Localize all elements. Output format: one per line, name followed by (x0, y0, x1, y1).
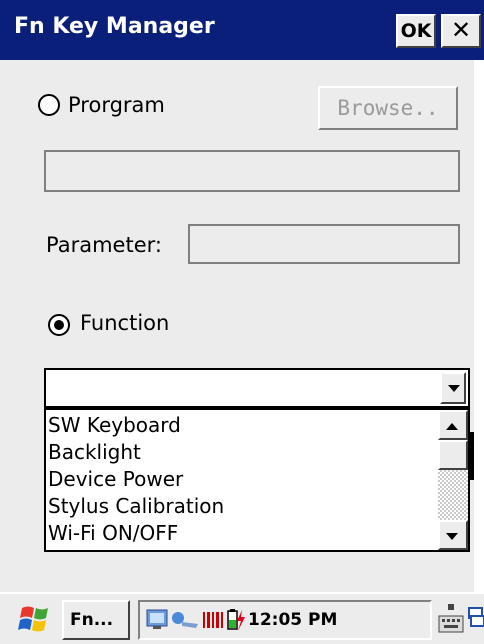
window-edge-marker (470, 432, 474, 480)
keyboard-icon[interactable] (436, 602, 466, 638)
program-path-field[interactable] (44, 150, 460, 192)
function-radio-label[interactable]: Function (80, 310, 169, 336)
chevron-down-icon (448, 385, 460, 392)
list-item[interactable]: Backlight (48, 439, 141, 465)
scroll-down-button[interactable] (438, 520, 468, 550)
right-edge (474, 60, 484, 592)
function-dropdown-list: SW Keyboard Backlight Device Power Stylu… (44, 408, 470, 552)
list-item[interactable]: Stylus Calibration (48, 493, 224, 519)
scroll-thumb[interactable] (438, 440, 468, 470)
browse-button[interactable]: Browse.. (318, 86, 458, 130)
radio-selected-dot (54, 320, 64, 330)
title-bar: Fn Key Manager OK ✕ (0, 0, 484, 60)
task-button-fn[interactable]: Fn... (62, 600, 130, 640)
system-tray: 12:05 PM (138, 600, 432, 640)
network-icon[interactable] (146, 608, 168, 630)
close-icon: ✕ (450, 16, 472, 44)
program-radio-label[interactable]: Prorgram (68, 92, 165, 118)
arrow-up-icon (446, 423, 458, 430)
close-button[interactable]: ✕ (441, 14, 481, 48)
list-item[interactable]: SW Keyboard (48, 412, 181, 438)
list-item[interactable]: Device Power (48, 466, 183, 492)
taskbar: Fn... 12:05 PM (0, 592, 484, 644)
barcode-icon[interactable] (202, 610, 224, 630)
program-radio[interactable] (38, 94, 60, 116)
list-scrollbar[interactable] (438, 410, 468, 550)
desktop-switch-icon[interactable] (468, 602, 484, 638)
function-radio[interactable] (48, 314, 70, 336)
combo-dropdown-button[interactable] (440, 372, 466, 404)
scroll-up-button[interactable] (438, 410, 468, 440)
clock[interactable]: 12:05 PM (248, 602, 337, 638)
function-combobox[interactable] (44, 368, 470, 408)
windows-flag-icon[interactable] (16, 602, 56, 638)
list-item[interactable]: Wi-Fi ON/OFF (48, 520, 178, 546)
parameter-field[interactable] (188, 224, 460, 264)
connection-icon[interactable] (170, 610, 200, 630)
task-button-label: Fn... (70, 610, 114, 630)
battery-charging-icon[interactable] (226, 608, 246, 632)
window-title: Fn Key Manager (14, 14, 215, 39)
ok-button[interactable]: OK (396, 14, 436, 48)
parameter-label: Parameter: (46, 233, 162, 257)
arrow-down-icon (446, 533, 458, 540)
